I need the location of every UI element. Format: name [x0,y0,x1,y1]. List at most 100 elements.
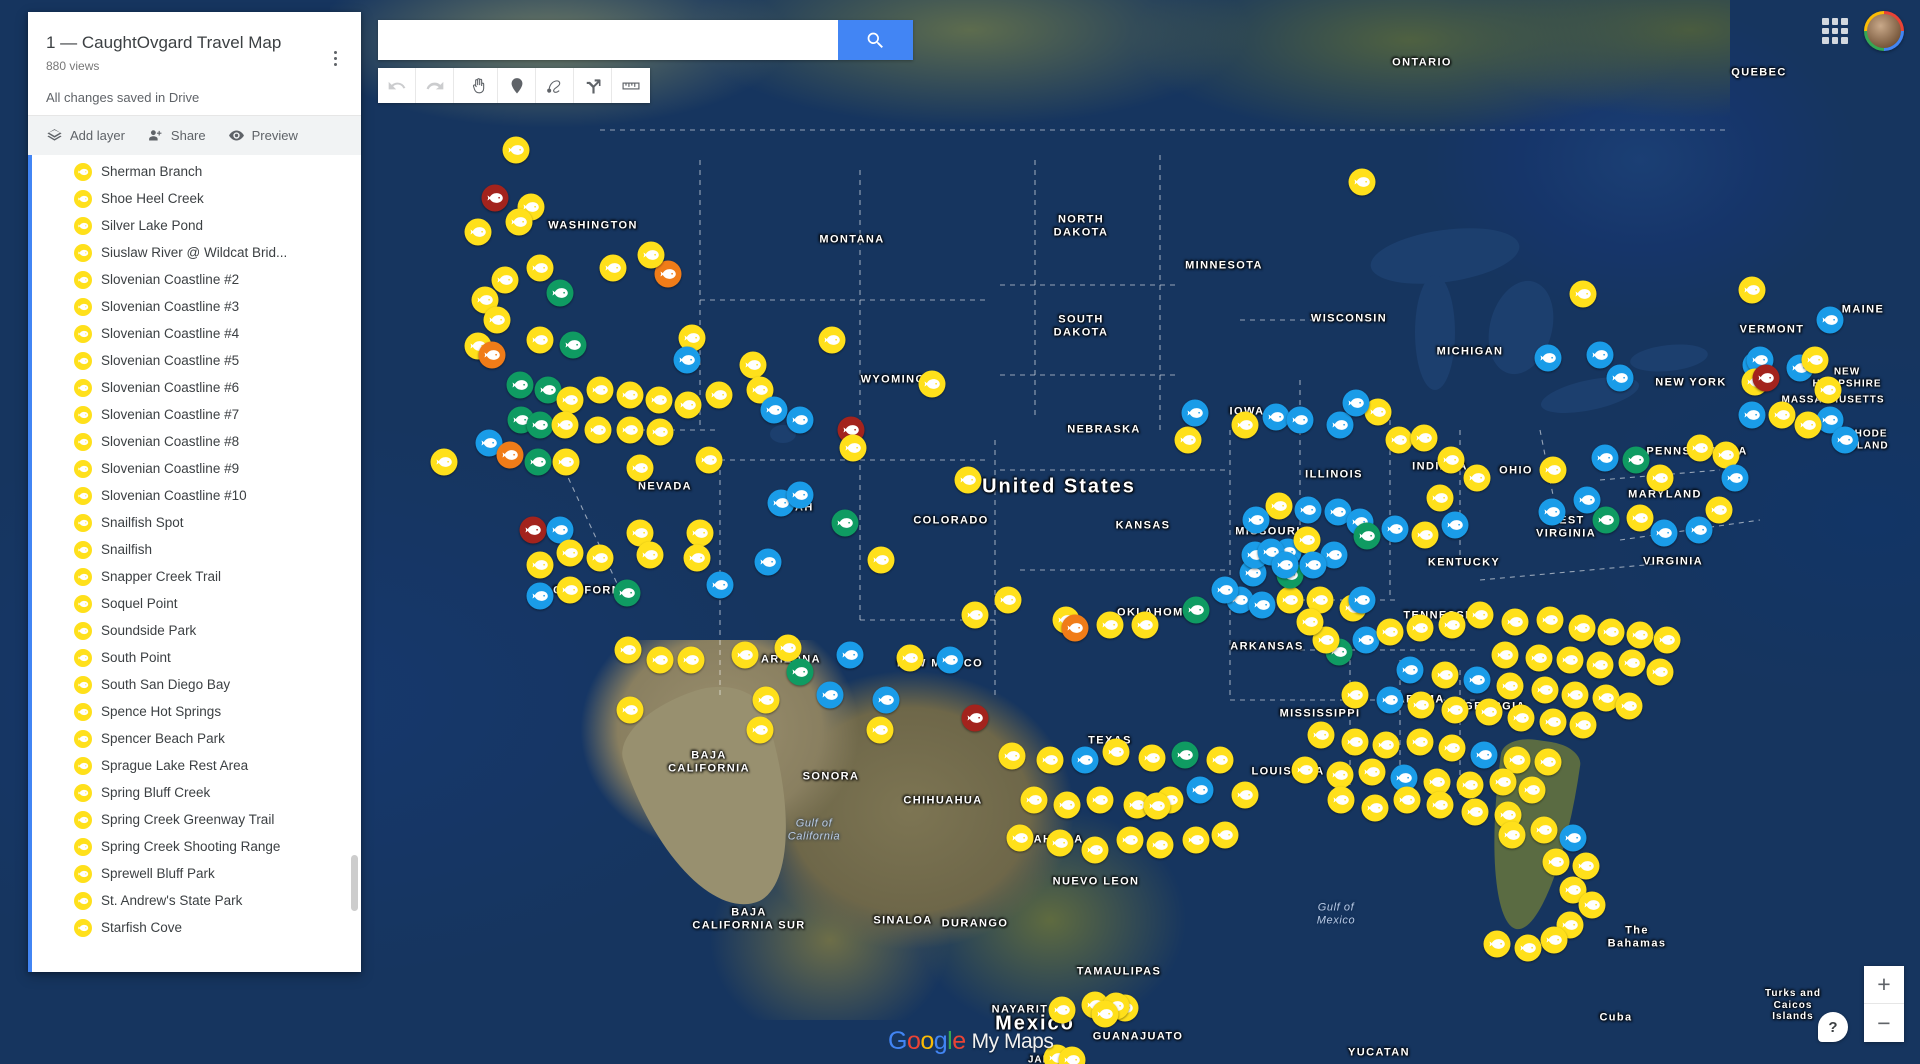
map-marker[interactable] [1539,456,1567,484]
map-marker[interactable] [1361,794,1389,822]
map-marker[interactable] [478,341,506,369]
map-marker[interactable] [1525,644,1553,672]
list-item[interactable]: Spencer Beach Park [28,725,361,752]
map-marker[interactable] [1514,934,1542,962]
map-marker[interactable] [1102,738,1130,766]
map-marker[interactable] [526,582,554,610]
map-marker[interactable] [1342,389,1370,417]
map-marker[interactable] [646,646,674,674]
map-marker[interactable] [836,641,864,669]
map-marker[interactable] [559,331,587,359]
map-marker[interactable] [1182,826,1210,854]
map-marker[interactable] [586,376,614,404]
map-marker[interactable] [1353,522,1381,550]
map-marker[interactable] [1406,614,1434,642]
map-marker[interactable] [1559,824,1587,852]
map-marker[interactable] [1231,411,1259,439]
map-marker[interactable] [1489,768,1517,796]
map-marker[interactable] [1542,848,1570,876]
map-marker[interactable] [1536,606,1564,634]
map-marker[interactable] [1456,771,1484,799]
map-marker[interactable] [1182,596,1210,624]
map-marker[interactable] [1518,776,1546,804]
map-marker[interactable] [1242,506,1270,534]
map-marker[interactable] [1186,776,1214,804]
map-marker[interactable] [677,646,705,674]
add-layer-button[interactable]: Add layer [46,127,125,144]
map-marker[interactable] [506,371,534,399]
map-marker[interactable] [1341,681,1369,709]
map-marker[interactable] [994,586,1022,614]
list-item[interactable]: Slovenian Coastline #8 [28,428,361,455]
map-marker[interactable] [752,686,780,714]
map-marker[interactable] [866,716,894,744]
map-marker[interactable] [1507,704,1535,732]
map-marker[interactable] [1231,781,1259,809]
map-marker[interactable] [551,411,579,439]
list-item[interactable]: South San Diego Bay [28,671,361,698]
map-marker[interactable] [1381,515,1409,543]
map-marker[interactable] [1685,516,1713,544]
map-marker[interactable] [616,416,644,444]
map-marker[interactable] [496,441,524,469]
map-marker[interactable] [1534,344,1562,372]
map-marker[interactable] [526,551,554,579]
map-marker[interactable] [1426,791,1454,819]
list-item[interactable]: Snailfish Spot [28,509,361,536]
map-marker[interactable] [526,254,554,282]
map-marker[interactable] [1622,446,1650,474]
map-marker[interactable] [1385,426,1413,454]
list-item[interactable]: Slovenian Coastline #10 [28,482,361,509]
map-marker[interactable] [1143,792,1171,820]
map-marker[interactable] [1294,496,1322,524]
measure-button[interactable] [612,68,650,103]
list-item[interactable]: Spring Creek Greenway Trail [28,806,361,833]
map-marker[interactable] [1483,930,1511,958]
map-marker[interactable] [1538,498,1566,526]
map-marker[interactable] [1794,411,1822,439]
map-marker[interactable] [872,686,900,714]
map-marker[interactable] [1653,626,1681,654]
map-marker[interactable] [1307,721,1335,749]
map-marker[interactable] [1539,708,1567,736]
map-marker[interactable] [599,254,627,282]
map-marker[interactable] [1248,591,1276,619]
map-marker[interactable] [1096,611,1124,639]
map-marker[interactable] [1131,611,1159,639]
map-marker[interactable] [839,434,867,462]
map-marker[interactable] [896,644,924,672]
list-item[interactable]: Sherman Branch [28,158,361,185]
zoom-out-button[interactable]: − [1864,1004,1904,1042]
map-marker[interactable] [1606,364,1634,392]
list-item[interactable]: Spence Hot Springs [28,698,361,725]
map-marker[interactable] [1768,401,1796,429]
map-marker[interactable] [867,546,895,574]
list-item[interactable]: Starfish Cove [28,914,361,941]
list-item[interactable]: Snailfish [28,536,361,563]
map-marker[interactable] [1618,649,1646,677]
map-marker[interactable] [1265,492,1293,520]
map-marker[interactable] [1738,276,1766,304]
kebab-menu-icon[interactable] [323,46,347,70]
map-marker[interactable] [636,541,664,569]
map-marker[interactable] [616,696,644,724]
map-marker[interactable] [1326,761,1354,789]
map-marker[interactable] [1006,824,1034,852]
list-item[interactable]: Slovenian Coastline #5 [28,347,361,374]
list-item[interactable]: Soquel Point [28,590,361,617]
map-marker[interactable] [491,266,519,294]
map-marker[interactable] [1061,614,1089,642]
map-marker[interactable] [1406,728,1434,756]
map-marker[interactable] [961,601,989,629]
map-marker[interactable] [1646,464,1674,492]
map-marker[interactable] [1463,464,1491,492]
map-marker[interactable] [1801,346,1829,374]
map-marker[interactable] [1376,686,1404,714]
map-marker[interactable] [1431,661,1459,689]
map-marker[interactable] [1296,608,1324,636]
map-marker[interactable] [1348,168,1376,196]
map-marker[interactable] [1568,614,1596,642]
map-marker[interactable] [613,579,641,607]
map-marker[interactable] [430,448,458,476]
map-marker[interactable] [556,576,584,604]
